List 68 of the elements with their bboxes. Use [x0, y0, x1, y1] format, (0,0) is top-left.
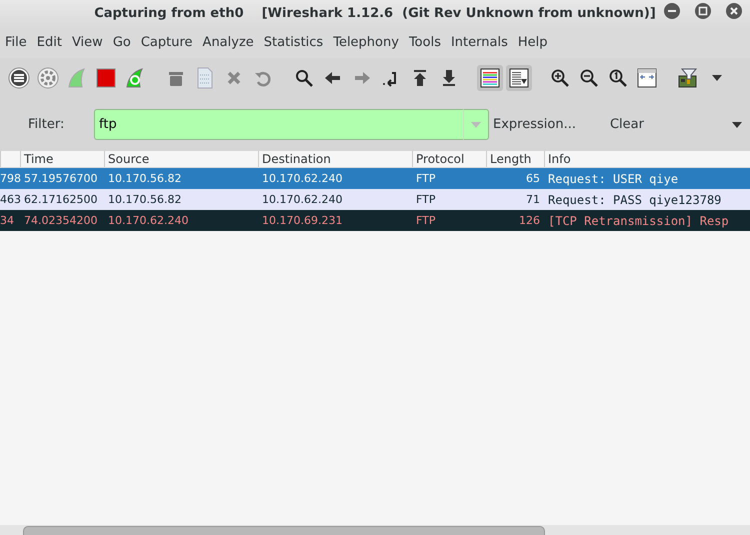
caret-icon: [471, 122, 481, 128]
column-header[interactable]: Protocol: [412, 151, 486, 167]
table-cell-text: 10.170.62.240: [261, 172, 342, 185]
zoom-reset-icon: [607, 67, 629, 89]
zoom-out-icon: [578, 67, 600, 89]
column-header[interactable]: Length: [486, 151, 544, 167]
caret-icon[interactable]: [732, 122, 742, 128]
table-cell-text: 10.170.56.82: [107, 172, 182, 185]
menu-item[interactable]: File: [0, 35, 32, 50]
table-cell-text: 10.170.56.82: [107, 193, 182, 206]
minimize-icon[interactable]: [664, 3, 680, 19]
table-cell-text: 71: [525, 193, 541, 206]
column-header[interactable]: Info: [544, 151, 750, 167]
menu-item[interactable]: Telephony: [328, 35, 404, 50]
search-icon: [293, 67, 315, 89]
table-cell-text: FTP: [415, 214, 436, 227]
zoom-in-icon: [549, 67, 571, 89]
close-icon[interactable]: [726, 3, 742, 19]
autoscroll-icon: [508, 67, 530, 89]
packet-row[interactable]: 463 62.17162500 10.170.56.82 10.170.62.240 FTP 71 Request: PASS qiye123789: [0, 189, 750, 210]
table-cell-text: Request: PASS qiye123789: [547, 192, 722, 206]
menu-item[interactable]: Analyze: [198, 35, 259, 50]
table-cell-text: 126: [518, 214, 541, 227]
table-cell-text: Request: USER qiye: [547, 172, 678, 186]
menu-item[interactable]: Tools: [404, 35, 446, 50]
menu-item[interactable]: Capture: [136, 35, 198, 50]
gear-icon: [37, 67, 59, 89]
maximize-icon[interactable]: [695, 3, 711, 19]
table-cell-text: FTP: [415, 172, 436, 185]
restart-icon: [124, 67, 146, 89]
table-cell-text: 65: [525, 172, 541, 185]
table-cell-text: FTP: [415, 193, 436, 206]
caret-icon: [712, 75, 722, 81]
window-title: Capturing from eth0 [Wireshark 1.12.6 (Git Rev Unknown from unknown)]: [94, 6, 656, 21]
list-button[interactable]: [6, 65, 32, 91]
colorize-icon: [479, 67, 501, 89]
table-cell-text: 62.17162500: [23, 193, 98, 206]
card-filter-icon: [677, 67, 699, 89]
column-header[interactable]: Destination: [258, 151, 412, 167]
filter-button[interactable]: Expression...: [489, 117, 580, 132]
filter-label: Filter:: [28, 117, 66, 132]
column-header[interactable]: Time: [20, 151, 104, 167]
filter-field[interactable]: ftp: [94, 109, 463, 140]
packet-row[interactable]: 798 57.19576700 10.170.56.82 10.170.62.240 FTP 65 Request: USER qiye: [0, 168, 750, 189]
table-cell-text: [TCP Retransmission] Resp: [547, 214, 729, 228]
table-cell: 798: [0, 172, 21, 185]
packet-row[interactable]: 34 74.02354200 10.170.62.240 10.170.69.231 FTP 126 [TCP Retransmission] Resp: [0, 210, 750, 231]
table-cell-text: 57.19576700: [23, 172, 98, 185]
menu-item[interactable]: View: [66, 35, 108, 50]
column-header[interactable]: Source: [104, 151, 258, 167]
fin-icon: [66, 67, 88, 89]
autoscroll-button[interactable]: [506, 65, 532, 91]
filter-button[interactable]: Clear: [606, 117, 648, 132]
list-icon: [8, 67, 30, 89]
menu-item[interactable]: Go: [108, 35, 136, 50]
resize-columns-icon: [636, 67, 658, 89]
menu-item[interactable]: Edit: [32, 35, 67, 50]
menu-item[interactable]: Internals: [446, 35, 513, 50]
table-cell: 34: [0, 214, 14, 227]
table-cell-text: 10.170.69.231: [261, 214, 342, 227]
colorize-button[interactable]: [477, 65, 503, 91]
menu-item[interactable]: Statistics: [258, 35, 328, 50]
stop-icon: [95, 67, 117, 89]
table-cell: 463: [0, 193, 21, 206]
menu-item[interactable]: Help: [512, 35, 552, 50]
table-cell-text: 10.170.62.240: [261, 193, 342, 206]
table-cell-text: 74.02354200: [23, 214, 98, 227]
table-cell-text: 10.170.62.240: [107, 214, 188, 227]
